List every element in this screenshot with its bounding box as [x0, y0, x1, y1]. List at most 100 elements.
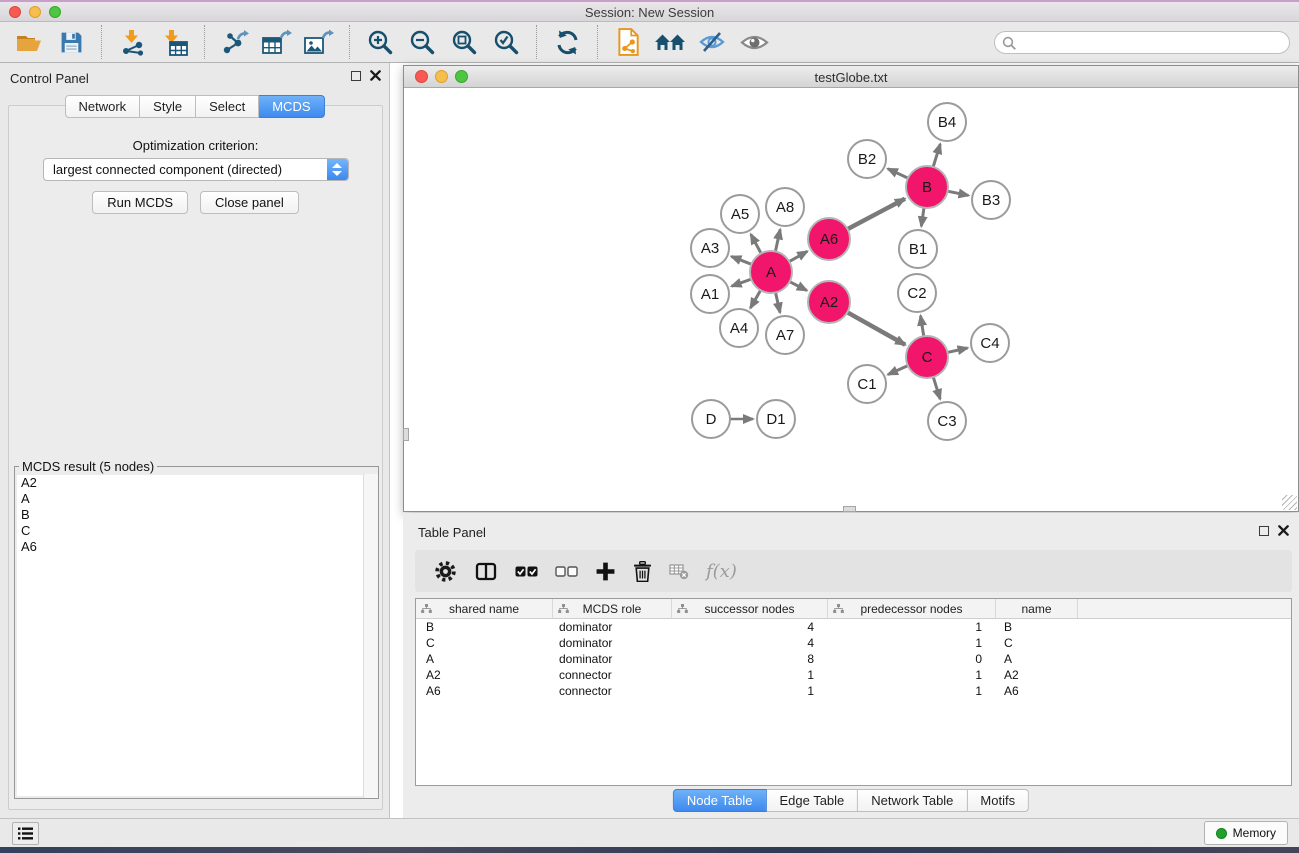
refresh-layout-icon[interactable]	[550, 26, 584, 58]
open-session-icon[interactable]	[12, 26, 46, 58]
graph-edge-A-A6[interactable]	[789, 251, 807, 261]
select-all-rows-icon[interactable]	[515, 555, 538, 587]
graph-node-A7[interactable]: A7	[766, 316, 804, 354]
graph-node-A4[interactable]: A4	[720, 309, 758, 347]
graph-node-C4[interactable]: C4	[971, 324, 1009, 362]
zoom-selected-icon[interactable]	[489, 26, 523, 58]
split-handle-bottom[interactable]	[843, 506, 856, 512]
table-row[interactable]: Bdominator41B	[416, 619, 1291, 635]
graph-edge-A-A7[interactable]	[776, 292, 780, 312]
export-table-icon[interactable]	[260, 26, 294, 58]
graph-node-A6[interactable]: A6	[808, 218, 850, 260]
graph-edge-A-A8[interactable]	[775, 229, 780, 251]
result-scrollbar[interactable]	[363, 474, 378, 798]
show-columns-icon[interactable]	[474, 555, 498, 587]
tab-network-table[interactable]: Network Table	[858, 789, 967, 812]
add-row-icon[interactable]	[595, 555, 616, 587]
optimization-criterion-select[interactable]: largest connected component (directed)	[43, 158, 349, 181]
delete-rows-icon[interactable]	[633, 555, 652, 587]
table-row[interactable]: Adominator80A	[416, 651, 1291, 667]
graph-edge-C-C4[interactable]	[947, 348, 967, 352]
graph-edge-A-A2[interactable]	[790, 282, 807, 291]
graph-node-A8[interactable]: A8	[766, 188, 804, 226]
tab-edge-table[interactable]: Edge Table	[766, 789, 858, 812]
graph-edge-A2-C[interactable]	[847, 312, 905, 344]
graph-edge-A6-B[interactable]	[848, 199, 905, 229]
tab-select[interactable]: Select	[196, 95, 259, 118]
split-handle-left[interactable]	[403, 428, 409, 441]
import-table-icon[interactable]	[157, 26, 191, 58]
zoom-in-icon[interactable]	[363, 26, 397, 58]
graph-edge-B-B1[interactable]	[921, 208, 924, 226]
table-settings-icon[interactable]	[434, 555, 457, 587]
hide-details-icon[interactable]	[695, 26, 729, 58]
result-item[interactable]: C	[17, 523, 376, 539]
tab-mcds[interactable]: MCDS	[259, 95, 324, 118]
graph-node-A5[interactable]: A5	[721, 195, 759, 233]
close-panel-icon[interactable]	[370, 70, 381, 81]
network-canvas[interactable]: A A1 A2 A3 A4 A5 A6 A7 A8 B B1 B2 B3 B4 C C1 C2 C3 C4 D D1	[404, 89, 1298, 511]
graph-node-C2[interactable]: C2	[898, 274, 936, 312]
save-session-icon[interactable]	[54, 26, 88, 58]
run-mcds-button[interactable]: Run MCDS	[92, 191, 188, 214]
graph-edge-C-C3[interactable]	[933, 377, 940, 399]
graph-edge-B-B4[interactable]	[933, 144, 940, 167]
show-graphics-details-icon[interactable]	[737, 26, 771, 58]
graph-node-A[interactable]: A	[750, 251, 792, 293]
close-table-panel-icon[interactable]	[1278, 525, 1289, 536]
graph-node-B2[interactable]: B2	[848, 140, 886, 178]
tab-network[interactable]: Network	[64, 95, 140, 118]
window-resize-grip[interactable]	[1282, 495, 1297, 510]
deselect-all-rows-icon[interactable]	[555, 555, 578, 587]
column-header-shared-name[interactable]: shared name	[416, 599, 553, 618]
graph-node-A1[interactable]: A1	[691, 275, 729, 313]
graph-node-B3[interactable]: B3	[972, 181, 1010, 219]
graph-node-C1[interactable]: C1	[848, 365, 886, 403]
home-layout-icon[interactable]	[653, 26, 687, 58]
graph-node-B[interactable]: B	[906, 166, 948, 208]
graph-node-C3[interactable]: C3	[928, 402, 966, 440]
network-window-titlebar[interactable]: testGlobe.txt	[404, 66, 1298, 88]
search-input[interactable]	[1021, 33, 1281, 52]
graph-node-D1[interactable]: D1	[757, 400, 795, 438]
graph-node-B1[interactable]: B1	[899, 230, 937, 268]
column-header-MCDS-role[interactable]: MCDS role	[553, 599, 672, 618]
result-item[interactable]: A6	[17, 539, 376, 555]
table-row[interactable]: Cdominator41C	[416, 635, 1291, 651]
show-panels-button[interactable]	[12, 822, 39, 845]
result-item[interactable]: A	[17, 491, 376, 507]
graph-node-D[interactable]: D	[692, 400, 730, 438]
graph-edge-C-C1[interactable]	[888, 366, 908, 375]
float-panel-icon[interactable]	[351, 71, 361, 81]
column-header-successor-nodes[interactable]: successor nodes	[672, 599, 828, 618]
zoom-fit-icon[interactable]	[447, 26, 481, 58]
graph-edge-A-A3[interactable]	[731, 256, 751, 264]
tab-style[interactable]: Style	[140, 95, 196, 118]
graph-edge-B-B2[interactable]	[888, 169, 908, 178]
table-row[interactable]: A6connector11A6	[416, 683, 1291, 699]
column-header-predecessor-nodes[interactable]: predecessor nodes	[828, 599, 996, 618]
graph-edge-A-A5[interactable]	[751, 234, 761, 253]
zoom-out-icon[interactable]	[405, 26, 439, 58]
float-table-panel-icon[interactable]	[1259, 526, 1269, 536]
graph-node-C[interactable]: C	[906, 336, 948, 378]
result-item[interactable]: B	[17, 507, 376, 523]
close-panel-button[interactable]: Close panel	[200, 191, 299, 214]
graph-edge-A-A1[interactable]	[732, 279, 752, 286]
graph-edge-B-B3[interactable]	[948, 191, 969, 195]
graph-node-B4[interactable]: B4	[928, 103, 966, 141]
network-from-file-icon[interactable]	[611, 26, 645, 58]
result-item[interactable]: A2	[17, 475, 376, 491]
export-network-icon[interactable]	[218, 26, 252, 58]
graph-edge-A-A4[interactable]	[750, 290, 760, 308]
graph-edge-C-C2[interactable]	[921, 316, 924, 337]
graph-node-A2[interactable]: A2	[808, 281, 850, 323]
graph-node-A3[interactable]: A3	[691, 229, 729, 267]
tab-node-table[interactable]: Node Table	[673, 789, 767, 812]
memory-button[interactable]: Memory	[1204, 821, 1288, 845]
import-network-icon[interactable]	[115, 26, 149, 58]
export-image-icon[interactable]	[302, 26, 336, 58]
tab-motifs[interactable]: Motifs	[967, 789, 1029, 812]
table-row[interactable]: A2connector11A2	[416, 667, 1291, 683]
column-header-name[interactable]: name	[996, 599, 1078, 618]
